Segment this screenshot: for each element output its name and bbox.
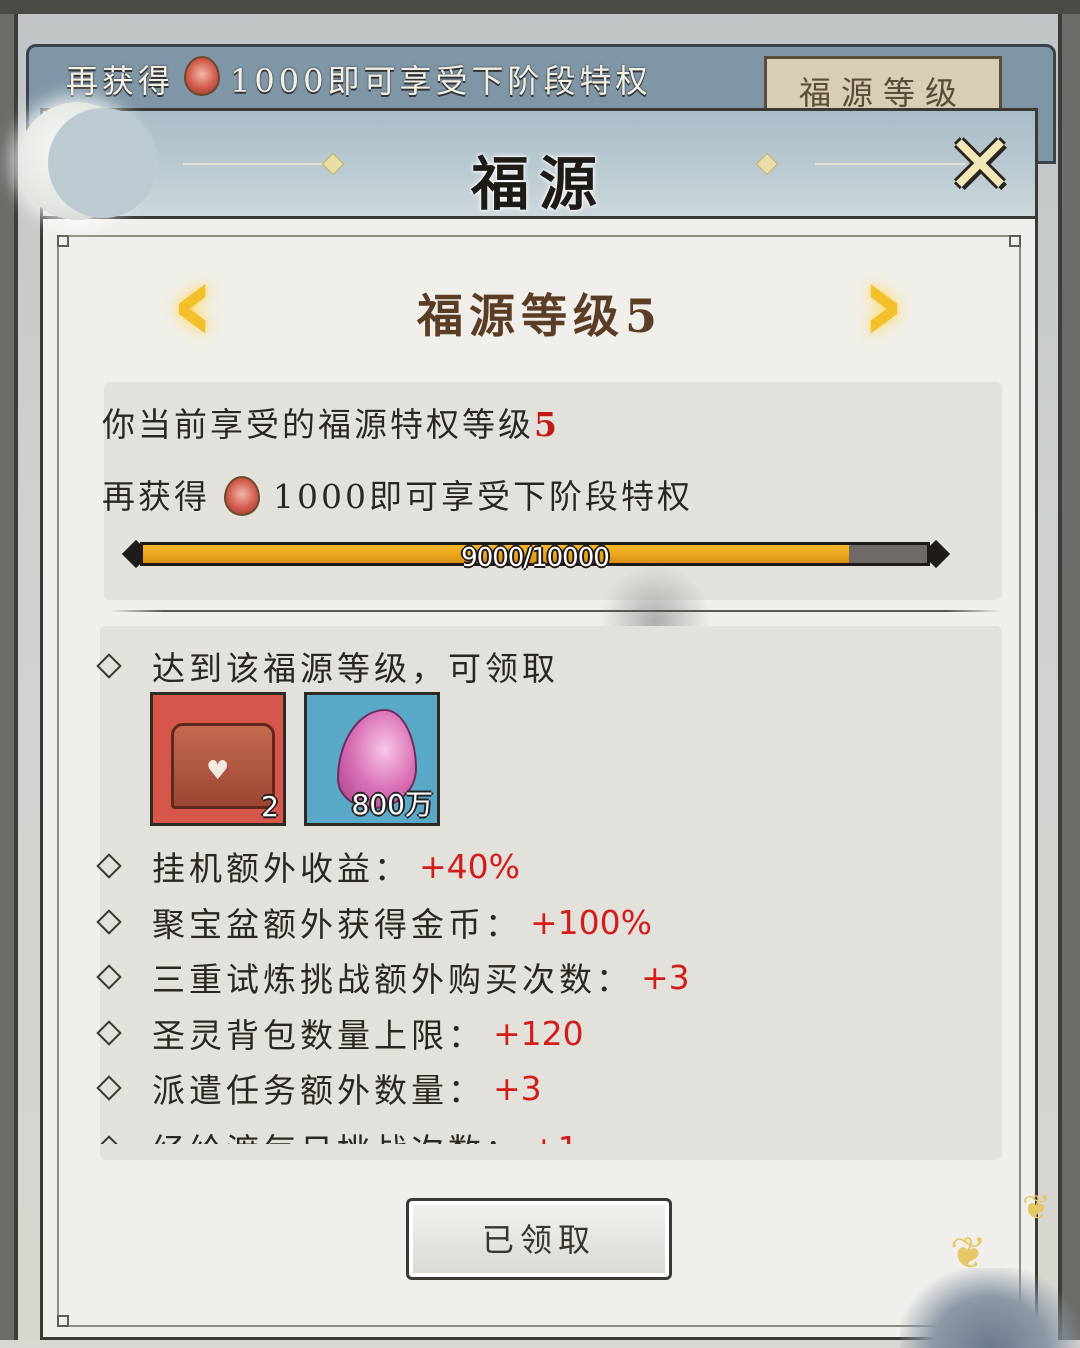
dialog-header: 福源 ✕ [43,111,1035,219]
current-level-line: 你当前享受的福源特权等级5 [102,398,560,446]
background-amount: 1000即可享受下阶段特权 [230,62,652,100]
perk-line: 圣灵背包数量上限： +120 [96,1009,584,1057]
perk-label: 三重试炼挑战额外购买次数： [152,960,633,999]
top-border [0,0,1080,14]
background-tab[interactable]: 福源等级 [764,56,1002,116]
next-level-button[interactable]: › [838,248,928,358]
perk-label: 派遣任务额外数量： [152,1071,485,1110]
perk-label: 圣灵背包数量上限： [152,1016,485,1055]
perk-clip: 经纶渡每日挑战次数： +1 [100,1124,1002,1144]
progress-text: 9000/10000 [461,543,610,573]
chevron-right-icon: › [860,239,906,367]
perk-line: 派遣任务额外数量： +3 [96,1064,542,1112]
perk-value: +120 [493,1013,584,1053]
diamond-bullet-icon [96,964,122,990]
current-level-label: 你当前享受的福源特权等级 [102,405,534,444]
butterfly-icon: ❦ [950,1228,987,1279]
item-count: 2 [261,790,279,823]
reward-item-feather[interactable]: 800万 [304,692,440,826]
close-button[interactable]: ✕ [941,125,1019,207]
next-stage-prefix: 再获得 [102,477,210,516]
diamond-bullet-icon [96,909,122,935]
diamond-bullet-icon [96,853,122,879]
perk-value: +3 [641,957,690,997]
background-panel-text: 再获得 1000即可享受下阶段特权 [66,56,651,102]
perk-label: 挂机额外收益： [152,849,411,888]
corner-ornament [57,1315,69,1327]
reward-item-chest[interactable]: 2 [150,692,286,826]
perk-value: +40% [419,846,520,886]
background-prefix: 再获得 [66,62,175,100]
rewards-header: 达到该福源等级，可领取 [96,642,559,690]
butterfly-icon: ❦ [1022,1188,1051,1228]
item-count: 800万 [351,788,433,821]
diamond-bullet-icon [96,1075,122,1101]
diamond-bullet-icon [96,1020,122,1046]
perk-value: +3 [493,1068,542,1108]
diamond-bullet-icon [96,653,122,679]
fortune-coin-icon [184,56,221,96]
fortune-coin-icon [223,476,260,516]
claimed-button[interactable]: 已领取 [406,1198,672,1280]
rewards-header-text: 达到该福源等级，可领取 [152,649,559,688]
corner-ornament [1009,235,1021,247]
corner-ornament [57,235,69,247]
progress-track: 9000/10000 [140,542,930,573]
perk-line: 挂机额外收益： +40% [96,842,520,890]
progress-bar: 9000/10000 [121,539,951,573]
dialog-title: 福源 [470,150,607,218]
perk-line: 经纶渡每日挑战次数： +1 [100,1124,579,1144]
perk-line: 三重试炼挑战额外购买次数： +3 [96,953,690,1001]
perk-value: +1 [530,1129,579,1145]
close-icon: ✕ [945,118,1015,213]
perk-value: +100% [530,902,652,942]
current-level-value: 5 [534,405,560,444]
diamond-bullet-icon [100,1135,122,1144]
treasure-chest-icon [171,723,275,809]
moon-decoration [18,102,158,220]
section-divider [110,610,1000,612]
perk-label: 经纶渡每日挑战次数： [152,1124,522,1144]
next-stage-text: 1000即可享受下阶段特权 [273,477,693,516]
cloud-decoration [900,1268,1080,1348]
perk-line: 聚宝盆额外获得金币： +100% [96,898,652,946]
next-stage-line: 再获得 1000即可享受下阶段特权 [102,470,693,519]
perk-label: 聚宝盆额外获得金币： [152,905,522,944]
